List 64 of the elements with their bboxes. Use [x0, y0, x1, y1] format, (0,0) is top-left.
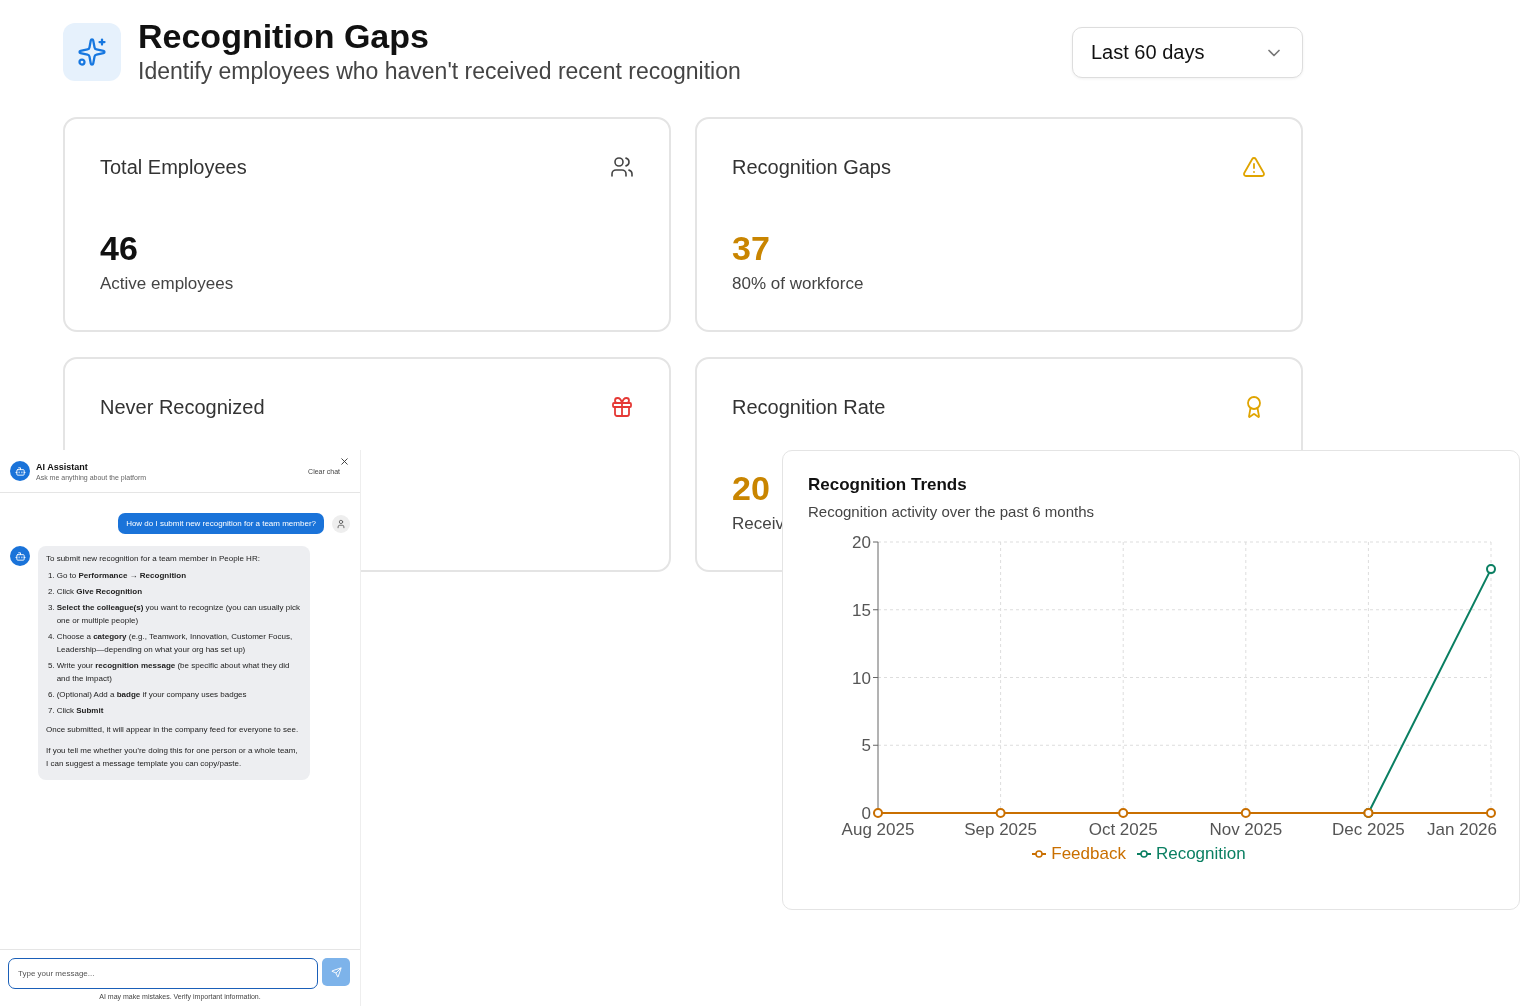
stat-value: 46	[100, 229, 138, 268]
y-tick-label: 20	[852, 533, 871, 552]
stat-title: Recognition Gaps	[732, 155, 891, 179]
step-text: (Optional) Add a badge if your company uses badges	[56, 689, 247, 701]
user-message: How do I submit new recognition for a team member?	[118, 513, 324, 534]
stat-value: 20	[732, 469, 770, 508]
step-number: 1.	[48, 570, 55, 582]
x-tick-label: Oct 2025	[1088, 820, 1158, 839]
message-input[interactable]: Type your message...	[8, 958, 318, 989]
page-title: Recognition Gaps	[138, 18, 430, 54]
step-text: Click Give Recognition	[56, 586, 143, 598]
y-tick-label: 5	[861, 736, 871, 756]
close-button[interactable]	[339, 456, 350, 467]
warning-icon	[1242, 155, 1266, 179]
message-text: To submit new recognition for a team member in People HR:	[46, 553, 261, 565]
data-point	[1486, 564, 1496, 575]
y-tick-label: 10	[852, 668, 871, 688]
x-tick-label: Sep 2025	[964, 820, 1037, 839]
y-tick-label: 0	[861, 804, 871, 823]
stat-title: Recognition Rate	[732, 395, 886, 419]
stat-value: 37	[732, 229, 770, 268]
step-number: 3.	[48, 602, 55, 614]
period-dropdown[interactable]: Last 60 days	[1072, 27, 1303, 78]
step-number: 7.	[48, 705, 55, 717]
stat-title: Total Employees	[100, 155, 247, 179]
x-tick-label: Nov 2025	[1209, 820, 1283, 839]
users-icon	[610, 155, 634, 179]
stat-caption: 80% of workforce	[732, 274, 865, 294]
x-tick-label: Dec 2025	[1332, 820, 1405, 839]
x-tick-label: Jan 2026	[1427, 820, 1497, 839]
sparkles-icon	[77, 37, 107, 67]
y-tick-label: 15	[852, 600, 871, 620]
x-tick-label: Aug 2025	[841, 820, 915, 839]
legend-line-icon	[1031, 849, 1048, 859]
step-text: Click Submit	[56, 705, 104, 717]
data-point	[1240, 808, 1251, 818]
step-text: Write your recognition message (be specific about what they did and the impact)	[56, 660, 291, 685]
data-point	[873, 808, 883, 818]
step-text: Go to Performance → Recognition	[56, 570, 187, 582]
legend-line-icon	[1135, 849, 1152, 859]
data-point	[995, 808, 1006, 818]
step-number: 2.	[48, 586, 55, 598]
legend-item[interactable]: Recognition	[1135, 844, 1246, 864]
step-number: 5.	[48, 660, 55, 672]
chat-title: AI Assistant	[36, 461, 89, 472]
data-point	[1486, 808, 1496, 818]
stat-title: Never Recognized	[100, 395, 265, 419]
user-icon	[336, 518, 346, 529]
chart-subtitle: Recognition activity over the past 6 months	[808, 503, 1095, 520]
close-icon	[339, 456, 350, 467]
message-text: Once submitted, it will appear in the company feed for everyone to see.	[46, 724, 300, 736]
step-text: Select the colleague(s) you want to recognize (you can usually pick one or multiple people)	[56, 602, 301, 627]
step-text: Choose a category (e.g., Teamwork, Innovation, Customer Focus, Leadership—depending on what your org has set up)	[56, 631, 294, 656]
step-number: 4.	[48, 631, 55, 643]
page-subtitle: Identify employees who haven't received recent recognition	[138, 58, 741, 85]
message-text: If you tell me whether you’re doing this for one person or a whole team, I can suggest a message template you can copy/paste.	[46, 745, 299, 770]
legend-item[interactable]: Feedback	[1031, 844, 1126, 864]
data-point	[1118, 808, 1129, 818]
step-number: 6.	[48, 689, 55, 701]
stat-caption: Active employees	[100, 274, 235, 294]
gift-icon	[610, 395, 634, 419]
chart-title: Recognition Trends	[808, 475, 968, 495]
send-icon	[330, 966, 342, 978]
stat-caption: Receiv	[732, 514, 785, 534]
